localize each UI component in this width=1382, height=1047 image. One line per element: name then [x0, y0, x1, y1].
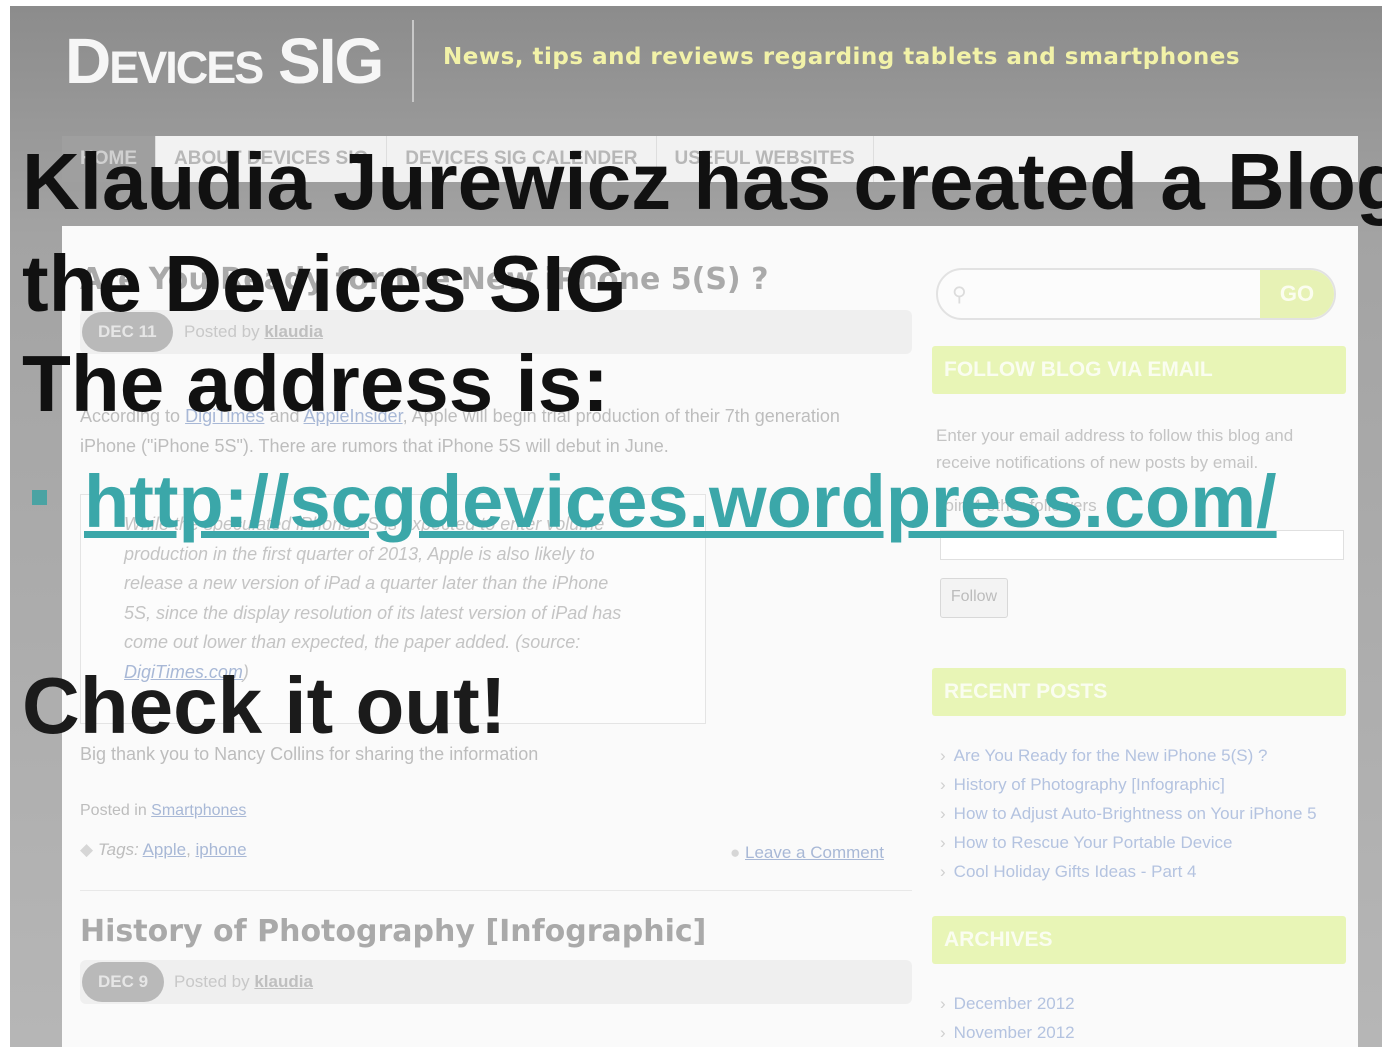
comment-icon: ● — [730, 843, 741, 862]
check-it-out-text: Check it out! — [22, 661, 507, 750]
quote-line: release a new version of iPad a quarter … — [124, 573, 609, 593]
search-icon: ⚲ — [952, 284, 967, 306]
tag-icon: ◆ — [80, 840, 94, 859]
quote-line: production in the first quarter of 2013,… — [124, 544, 595, 564]
blog-logo: Devices SIG — [65, 25, 384, 97]
quote-line: 5S, since the display resolution of its … — [124, 603, 622, 623]
post-byline: Posted by klaudia — [174, 972, 313, 992]
recent-posts-heading: RECENT POSTS — [932, 668, 1346, 716]
tags-prefix: Tags: — [97, 840, 139, 859]
recent-post-link[interactable]: How to Rescue Your Portable Device — [940, 833, 1233, 853]
slide-title-line1: Klaudia Jurewicz has created a Blog for — [22, 138, 1382, 226]
category-link[interactable]: Smartphones — [151, 802, 246, 819]
blog-tagline: News, tips and reviews regarding tablets… — [443, 44, 1241, 70]
recent-post-link[interactable]: Are You Ready for the New iPhone 5(S) ? — [940, 746, 1268, 766]
bullet-icon — [32, 490, 47, 505]
archive-link[interactable]: December 2012 — [940, 994, 1075, 1014]
post-body-line2: iPhone ("iPhone 5S"). There are rumors t… — [80, 436, 669, 456]
tag-link-iphone[interactable]: iphone — [196, 840, 247, 859]
archives-heading: ARCHIVES — [932, 916, 1346, 964]
address-label: The address is: — [22, 339, 609, 428]
tag-separator: , — [186, 840, 191, 859]
posted-in: Posted in Smartphones — [80, 802, 246, 820]
post-divider — [80, 890, 912, 891]
follow-widget-heading: FOLLOW BLOG VIA EMAIL — [932, 346, 1346, 394]
posted-by-prefix: Posted by — [174, 972, 250, 991]
recent-post-link[interactable]: How to Adjust Auto-Brightness on Your iP… — [940, 804, 1317, 824]
tag-link-apple[interactable]: Apple — [143, 840, 186, 859]
recent-post-link[interactable]: History of Photography [Infographic] — [940, 775, 1225, 795]
comment-area: ● Leave a Comment — [730, 843, 884, 863]
post-title[interactable]: History of Photography [Infographic] — [80, 914, 706, 949]
blog-url-link[interactable]: http://scgdevices.wordpress.com/ — [84, 462, 1277, 542]
header-divider — [412, 20, 414, 102]
go-button[interactable]: GO — [1260, 270, 1334, 318]
posted-in-prefix: Posted in — [80, 802, 147, 819]
leave-comment-link[interactable]: Leave a Comment — [745, 843, 884, 862]
recent-post-link[interactable]: Cool Holiday Gifts Ideas - Part 4 — [940, 862, 1197, 882]
author-link[interactable]: klaudia — [254, 972, 313, 991]
follow-button[interactable]: Follow — [940, 578, 1008, 618]
post-date-badge: DEC 9 — [82, 962, 165, 1002]
slide-title-line2: the Devices SIG — [22, 239, 627, 328]
follow-text-line1: Enter your email address to follow this … — [936, 426, 1294, 445]
archive-link[interactable]: November 2012 — [940, 1023, 1075, 1043]
quote-line: come out lower than expected, the paper … — [124, 632, 581, 652]
post-tags: ◆ Tags: Apple, iphone — [80, 840, 247, 860]
